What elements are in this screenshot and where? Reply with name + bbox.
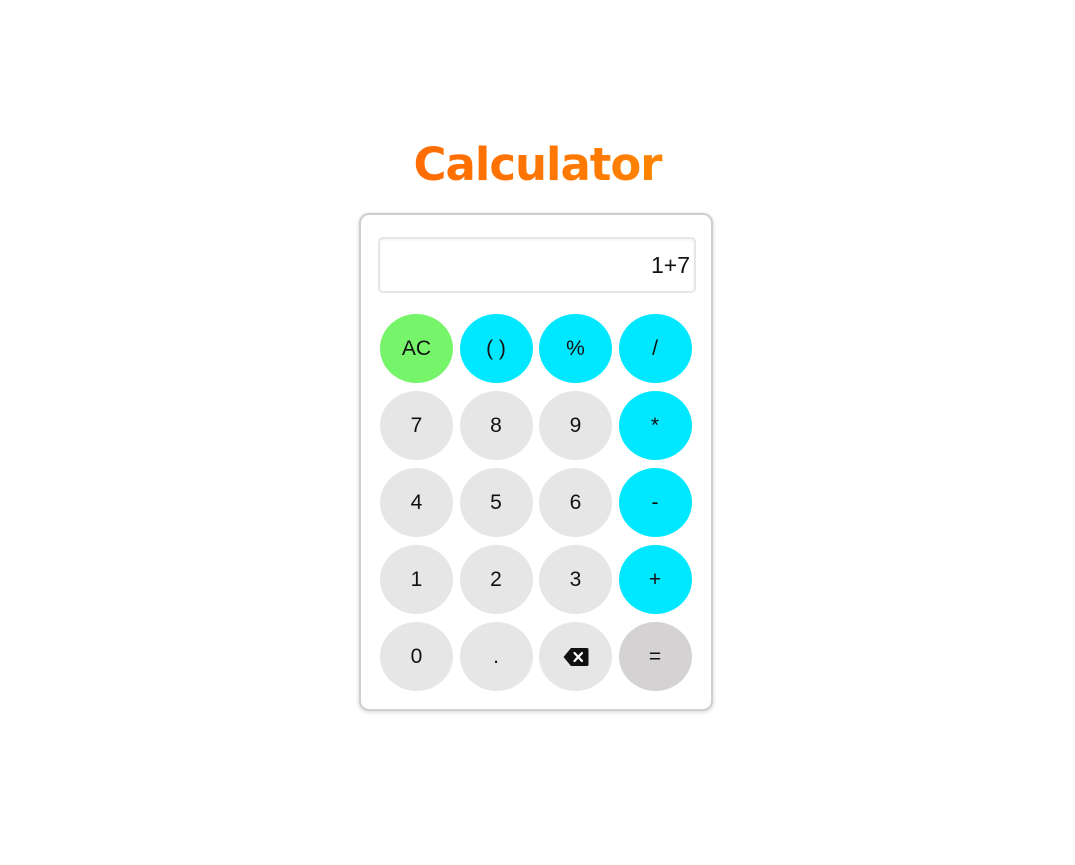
- backspace-button[interactable]: [539, 622, 612, 691]
- digit-3-button[interactable]: 3: [539, 545, 612, 614]
- digit-2-button[interactable]: 2: [459, 545, 533, 614]
- add-button[interactable]: +: [618, 545, 692, 614]
- subtract-button[interactable]: -: [618, 468, 692, 537]
- parentheses-button[interactable]: ( ): [459, 314, 533, 383]
- digit-5-button[interactable]: 5: [459, 468, 533, 537]
- percent-button[interactable]: %: [539, 314, 612, 383]
- equals-button[interactable]: =: [618, 622, 692, 691]
- ac-button[interactable]: AC: [380, 314, 453, 383]
- page: Calculator 1+7 AC ( ) % / 7 8 9 * 4 5 6 …: [0, 0, 1075, 865]
- digit-6-button[interactable]: 6: [539, 468, 612, 537]
- digit-0-button[interactable]: 0: [380, 622, 453, 691]
- backspace-icon: [563, 647, 589, 667]
- calculator-panel: 1+7 AC ( ) % / 7 8 9 * 4 5 6 - 1 2 3 + 0…: [359, 213, 713, 711]
- calculator-display[interactable]: 1+7: [378, 237, 696, 293]
- digit-8-button[interactable]: 8: [459, 391, 533, 460]
- decimal-button[interactable]: .: [459, 622, 533, 691]
- divide-button[interactable]: /: [618, 314, 692, 383]
- digit-1-button[interactable]: 1: [380, 545, 453, 614]
- digit-9-button[interactable]: 9: [539, 391, 612, 460]
- keypad: AC ( ) % / 7 8 9 * 4 5 6 - 1 2 3 + 0 . =: [380, 314, 692, 691]
- digit-4-button[interactable]: 4: [380, 468, 453, 537]
- multiply-button[interactable]: *: [618, 391, 692, 460]
- digit-7-button[interactable]: 7: [380, 391, 453, 460]
- page-title: Calculator: [0, 136, 1075, 194]
